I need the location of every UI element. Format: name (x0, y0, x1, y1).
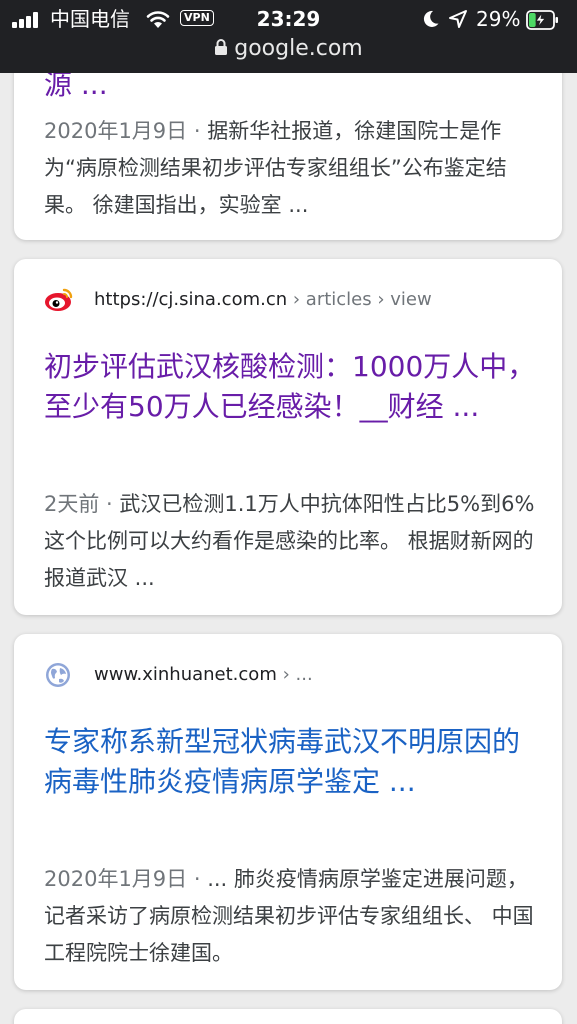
status-bar: 中国电信 VPN 23:29 29% google.com (0, 0, 577, 73)
location-arrow-icon (449, 10, 467, 28)
result-title[interactable]: 专家称系新型冠状病毒武汉不明原因的病毒性肺炎疫情病原学鉴定 ... (44, 722, 544, 802)
search-result-card[interactable] (14, 1009, 562, 1024)
address-url: google.com (234, 36, 363, 61)
result-title[interactable]: 源 ... (44, 73, 544, 105)
system-status-row: 中国电信 VPN 23:29 29% (0, 4, 577, 36)
address-bar[interactable]: google.com (0, 35, 577, 63)
result-snippet: 2天前 · 武汉已检测1.1万人中抗体阳性占比5%到6%这个比例可以大约看作是感… (44, 492, 535, 590)
result-snippet: 2020年1月9日 · ... 肺炎疫情病原学鉴定进展问题，记者采访了病原检测结… (44, 867, 534, 965)
battery-charging-icon (526, 10, 558, 30)
lock-icon (215, 39, 228, 55)
result-url: www.xinhuanet.com (94, 664, 277, 685)
result-date: 2020年1月9日 · (44, 867, 208, 891)
result-breadcrumbs: › ... (276, 664, 313, 685)
sina-weibo-eye-icon (45, 288, 73, 311)
battery-percentage: 29% (476, 7, 521, 31)
result-url: https://cj.sina.com.cn (94, 289, 288, 310)
search-result-card[interactable]: 源 ... 2020年1月9日 · 据新华社报道，徐建国院士是作为“病原检测结果… (14, 73, 562, 240)
search-result-card[interactable]: www.xinhuanet.com › ... 专家称系新型冠状病毒武汉不明原因… (14, 634, 562, 990)
result-title[interactable]: 初步评估武汉核酸检测：1000万人中，至少有50万人已经感染！__财经 ... (44, 347, 544, 427)
result-date: 2020年1月9日 · (44, 119, 208, 143)
search-result-card[interactable]: https://cj.sina.com.cn › articles › view… (14, 259, 562, 615)
search-results: 源 ... 2020年1月9日 · 据新华社报道，徐建国院士是作为“病原检测结果… (0, 73, 577, 1024)
result-breadcrumbs: › articles › view (287, 289, 432, 310)
result-snippet: 2020年1月9日 · 据新华社报道，徐建国院士是作为“病原检测结果初步评估专家… (44, 119, 507, 217)
result-date: 2天前 · (44, 492, 120, 516)
globe-icon (46, 663, 70, 687)
do-not-disturb-moon-icon (423, 10, 439, 27)
